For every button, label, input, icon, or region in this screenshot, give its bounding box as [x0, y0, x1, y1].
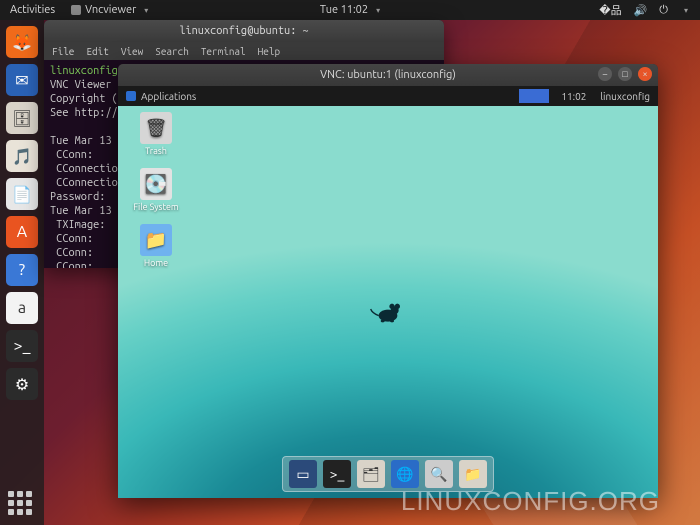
- menu-view[interactable]: View: [121, 46, 143, 57]
- minimize-button[interactable]: –: [598, 67, 612, 81]
- vnc-viewer-window[interactable]: VNC: ubuntu:1 (linuxconfig) – □ × Applic…: [118, 64, 658, 498]
- close-button[interactable]: ×: [638, 67, 652, 81]
- dock-ubuntu-software[interactable]: A: [6, 216, 38, 248]
- dock-rhythmbox[interactable]: 🎵: [6, 140, 38, 172]
- terminal-title: linuxconfig@ubuntu: ~: [179, 25, 308, 37]
- sound-icon: 🔊: [634, 4, 648, 17]
- desktop-icon-filesystem[interactable]: 💽File System: [128, 168, 184, 212]
- dock-firefox[interactable]: 🦊: [6, 26, 38, 58]
- show-applications-button[interactable]: [8, 491, 36, 519]
- dock-terminal[interactable]: >_: [323, 460, 351, 488]
- ubuntu-dock: 🦊 ✉ 🗄 🎵 📄 A? a >_ ⚙: [0, 20, 44, 525]
- dock-app-finder[interactable]: 🔍: [425, 460, 453, 488]
- terminal-titlebar[interactable]: linuxconfig@ubuntu: ~: [44, 20, 444, 42]
- dock-files[interactable]: 🗄: [6, 102, 38, 134]
- menu-help[interactable]: Help: [258, 46, 280, 57]
- dock-settings[interactable]: ⚙: [6, 368, 38, 400]
- power-icon: ⏻: [659, 4, 668, 17]
- dock-web-browser[interactable]: 🌐: [391, 460, 419, 488]
- xfce-remote-desktop[interactable]: Applications 11:02 linuxconfig 🗑Trash 💽Fi…: [118, 86, 658, 498]
- maximize-button[interactable]: □: [618, 67, 632, 81]
- system-status-area[interactable]: �品 🔊 ⏻ ▾: [587, 2, 700, 18]
- applications-menu[interactable]: Applications: [118, 91, 204, 102]
- menu-search[interactable]: Search: [155, 46, 189, 57]
- terminal-menubar: File Edit View Search Terminal Help: [44, 42, 444, 60]
- xfce-clock[interactable]: 11:02: [555, 91, 592, 102]
- dock-file-manager[interactable]: 🗂: [357, 460, 385, 488]
- vnc-title: VNC: ubuntu:1 (linuxconfig): [320, 69, 456, 81]
- vnc-titlebar[interactable]: VNC: ubuntu:1 (linuxconfig) – □ ×: [118, 64, 658, 86]
- xfce-user-menu[interactable]: linuxconfig: [592, 91, 658, 102]
- dock-terminal[interactable]: >_: [6, 330, 38, 362]
- vncviewer-icon: [71, 5, 81, 15]
- xfce-mouse-logo: [368, 299, 408, 327]
- dock-libreoffice-writer[interactable]: 📄: [6, 178, 38, 210]
- dock-show-desktop[interactable]: ▭: [289, 460, 317, 488]
- menu-edit[interactable]: Edit: [86, 46, 108, 57]
- chevron-down-icon: ▾: [144, 6, 148, 15]
- clock[interactable]: Tue 11:02 ▾: [320, 4, 380, 16]
- chevron-down-icon: ▾: [376, 6, 380, 15]
- watermark: LINUXCONFIG.ORG: [401, 486, 660, 517]
- menu-terminal[interactable]: Terminal: [201, 46, 246, 57]
- desktop-icon-trash[interactable]: 🗑Trash: [128, 112, 184, 156]
- dock-amazon[interactable]: a: [6, 292, 38, 324]
- xfce-top-panel: Applications 11:02 linuxconfig: [118, 86, 658, 106]
- dock-thunderbird[interactable]: ✉: [6, 64, 38, 96]
- dock-directory[interactable]: 📁: [459, 460, 487, 488]
- desktop-icon-home[interactable]: 📁Home: [128, 224, 184, 268]
- taskbar-window-button[interactable]: [519, 89, 549, 103]
- network-icon: �品: [599, 2, 621, 18]
- app-menu[interactable]: Vncviewer ▾: [65, 4, 154, 16]
- dock-help[interactable]: ?: [6, 254, 38, 286]
- xfce-logo-icon: [126, 91, 136, 101]
- app-menu-label: Vncviewer: [85, 4, 136, 16]
- chevron-down-icon: ▾: [684, 6, 688, 15]
- menu-file[interactable]: File: [52, 46, 74, 57]
- gnome-top-bar: Activities Vncviewer ▾ Tue 11:02 ▾ �品 🔊 …: [0, 0, 700, 20]
- activities-button[interactable]: Activities: [0, 4, 65, 16]
